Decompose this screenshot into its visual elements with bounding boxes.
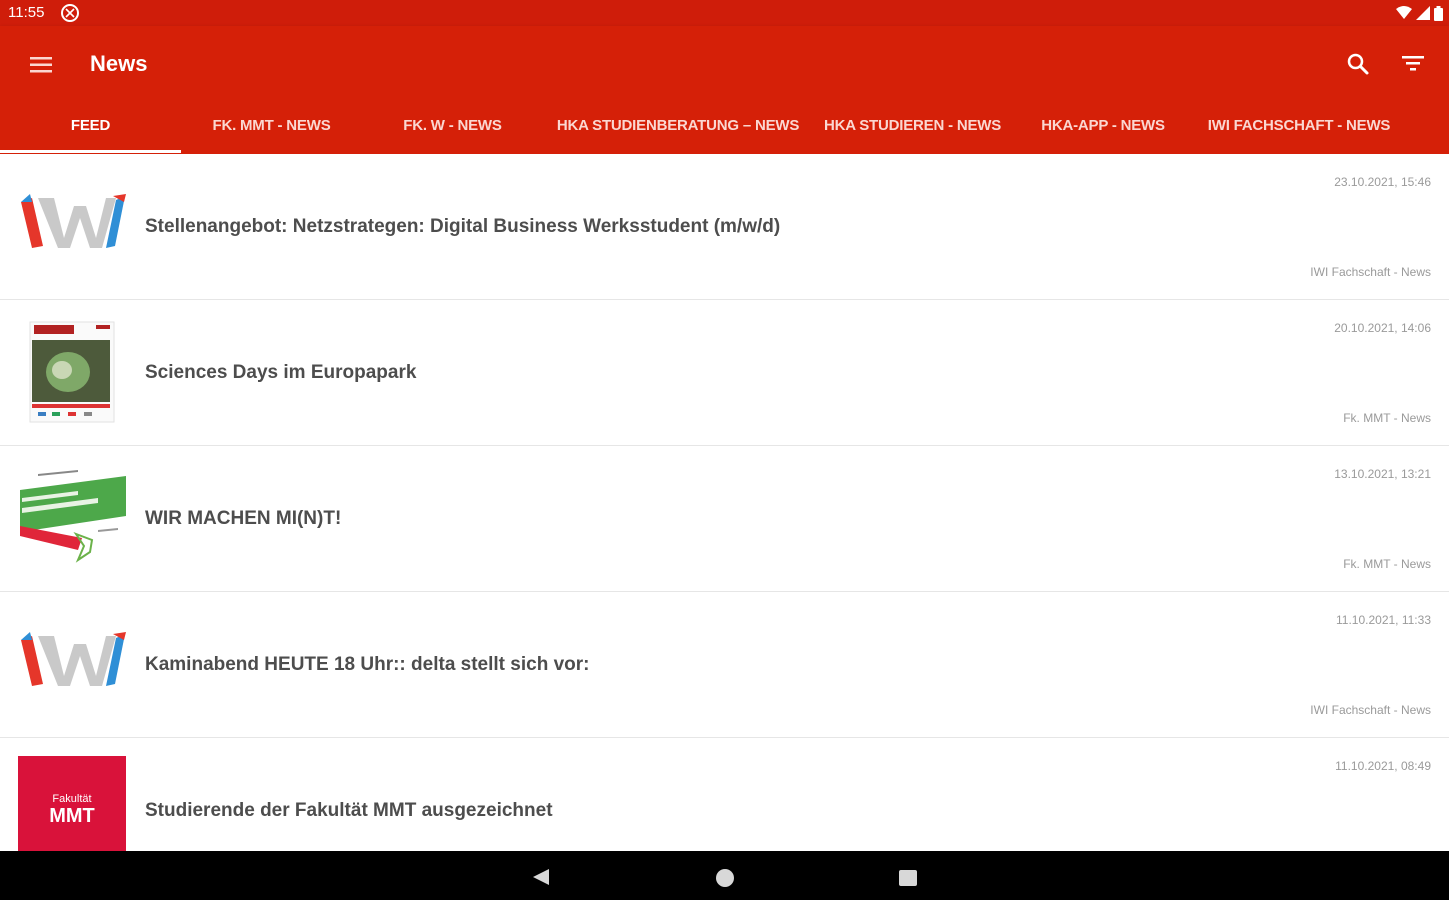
status-icons <box>1396 4 1443 22</box>
news-item-title: Studierende der Fakultät MMT ausgezeichn… <box>145 800 553 821</box>
filter-button[interactable] <box>1397 48 1429 80</box>
menu-button[interactable] <box>26 50 56 80</box>
news-item-date: 20.10.2021, 14:06 <box>1334 321 1431 335</box>
news-item-source: Fk. MMT - News <box>1343 557 1431 571</box>
wifi-icon <box>1396 6 1412 19</box>
tab-fk-w-news[interactable]: FK. W - NEWS <box>362 100 543 154</box>
status-time: 11:55 <box>8 4 45 21</box>
news-item[interactable]: Sciences Days im Europapark 20.10.2021, … <box>0 300 1449 446</box>
app-notification-icon <box>61 4 79 22</box>
search-icon <box>1347 53 1369 75</box>
battery-icon <box>1434 5 1443 21</box>
tab-fk-mmt-news[interactable]: FK. MMT - NEWS <box>181 100 362 154</box>
news-item-date: 11.10.2021, 11:33 <box>1336 613 1431 627</box>
filter-icon <box>1402 56 1424 71</box>
status-bar: 11:55 <box>0 0 1449 26</box>
back-icon[interactable] <box>531 867 551 887</box>
news-item-date: 23.10.2021, 15:46 <box>1334 175 1431 189</box>
tab-bar: FEED FK. MMT - NEWS FK. W - NEWS HKA STU… <box>0 100 1449 154</box>
signal-icon <box>1416 6 1430 20</box>
news-item-date: 13.10.2021, 13:21 <box>1334 467 1431 481</box>
tab-hka-app-news[interactable]: HKA-APP - NEWS <box>1018 100 1188 154</box>
news-item[interactable]: WIR MACHEN MI(N)T! 13.10.2021, 13:21 Fk.… <box>0 446 1449 592</box>
news-feed: Stellenangebot: Netzstrategen: Digital B… <box>0 154 1449 851</box>
news-item[interactable]: Stellenangebot: Netzstrategen: Digital B… <box>0 154 1449 300</box>
tab-hka-studieren-news[interactable]: HKA STUDIEREN - NEWS <box>815 100 1010 154</box>
app-bar: News FEED FK. MMT - NEWS FK. W - NEWS HK… <box>0 26 1449 154</box>
tab-indicator <box>0 150 181 153</box>
news-item-source: IWI Fachschaft - News <box>1310 703 1431 717</box>
iwi-logo-thumbnail <box>21 194 126 248</box>
news-item-source: Fk. MMT - News <box>1343 411 1431 425</box>
news-item-title: WIR MACHEN MI(N)T! <box>145 508 342 529</box>
search-button[interactable] <box>1342 48 1374 80</box>
news-item[interactable]: Fakultät MMT Studierende der Fakultät MM… <box>0 738 1449 851</box>
news-item-source: IWI Fachschaft - News <box>1310 265 1431 279</box>
mmt-logo-line2: MMT <box>49 805 95 827</box>
tab-feed[interactable]: FEED <box>0 100 181 154</box>
recent-apps-icon[interactable] <box>899 870 917 886</box>
tab-iwi-fachschaft-news[interactable]: IWI FACHSCHAFT - NEWS <box>1195 100 1403 154</box>
news-item-title: Stellenangebot: Netzstrategen: Digital B… <box>145 216 781 237</box>
iwi-logo-thumbnail <box>21 632 126 686</box>
system-navigation-bar <box>0 851 1449 900</box>
page-title: News <box>90 51 148 76</box>
mmt-logo-line1: Fakultät <box>52 793 92 805</box>
home-icon[interactable] <box>716 869 734 887</box>
tab-hka-studienberatung-news[interactable]: HKA STUDIENBERATUNG – NEWS <box>548 100 808 154</box>
science-days-poster-thumbnail <box>29 321 115 423</box>
news-item-date: 11.10.2021, 08:49 <box>1335 759 1431 773</box>
green-flyer-thumbnail <box>20 470 126 563</box>
mmt-logo-thumbnail: Fakultät MMT <box>18 756 126 851</box>
hamburger-menu-icon <box>30 57 52 73</box>
news-item-title: Kaminabend HEUTE 18 Uhr:: delta stellt s… <box>145 654 590 675</box>
news-item[interactable]: Kaminabend HEUTE 18 Uhr:: delta stellt s… <box>0 592 1449 738</box>
news-item-title: Sciences Days im Europapark <box>145 362 417 383</box>
